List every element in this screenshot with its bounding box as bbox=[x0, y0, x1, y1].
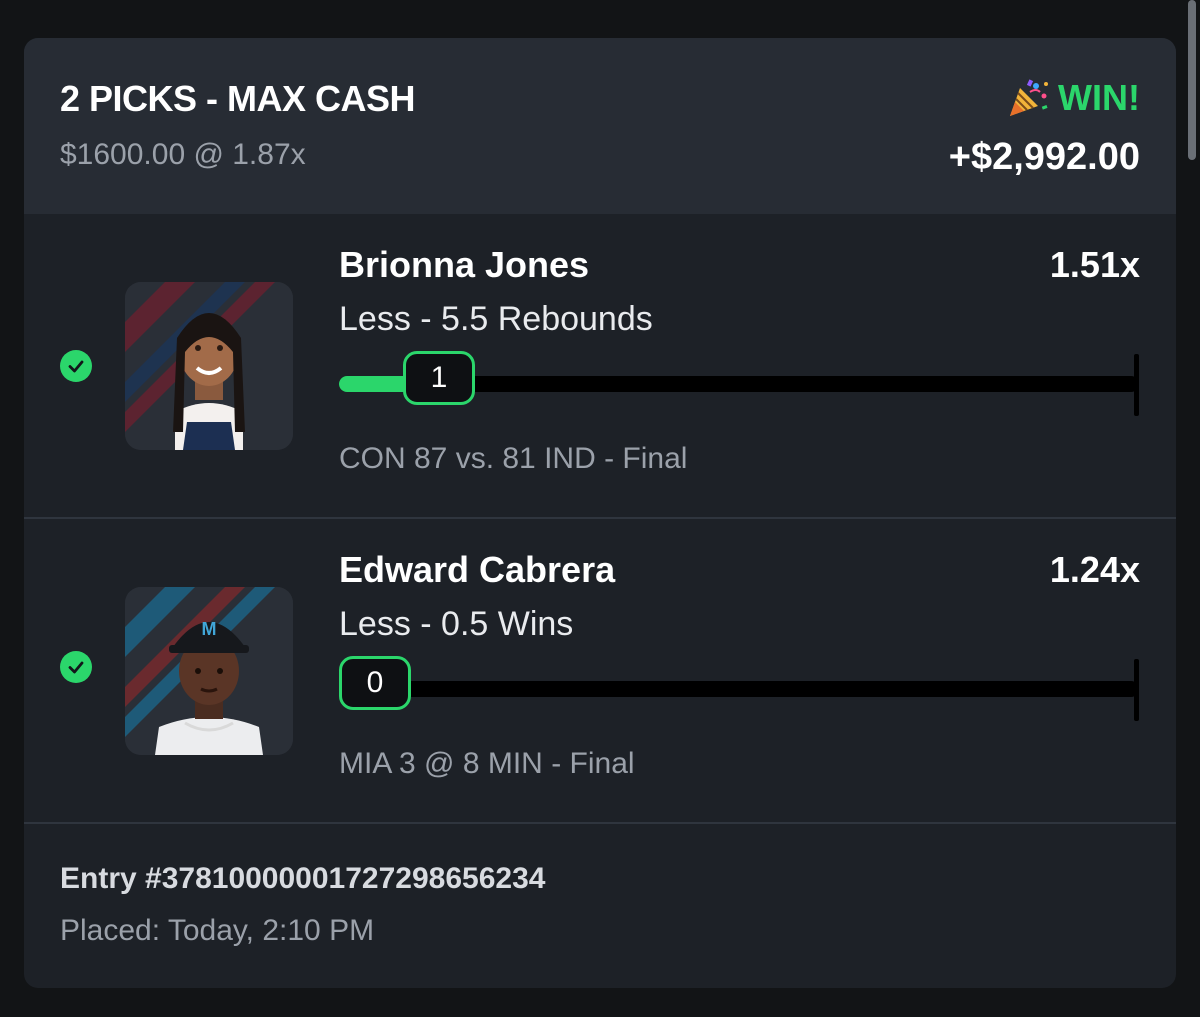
player-name: Brionna Jones bbox=[339, 244, 590, 285]
result-status: WIN! bbox=[1006, 76, 1140, 120]
player-avatar: M bbox=[125, 587, 293, 755]
entry-card: 2 PICKS - MAX CASH $1600.00 @ 1.87x WIN!… bbox=[24, 38, 1176, 988]
win-label: WIN! bbox=[1058, 77, 1140, 118]
progress-track: 1 bbox=[339, 351, 1139, 416]
pick-row[interactable]: Brionna Jones 1.51x Less - 5.5 Rebounds … bbox=[24, 214, 1176, 518]
game-score: CON 87 vs. 81 IND bbox=[339, 442, 596, 475]
entry-header: 2 PICKS - MAX CASH $1600.00 @ 1.87x WIN!… bbox=[24, 38, 1176, 214]
entry-title: 2 PICKS - MAX CASH bbox=[60, 78, 416, 119]
progress-line-marker bbox=[1134, 354, 1139, 416]
party-popper-icon bbox=[1010, 79, 1049, 116]
entry-stake: $1600.00 @ 1.87x bbox=[60, 138, 306, 171]
progress-track: 0 bbox=[339, 656, 1139, 721]
player-name: Edward Cabrera bbox=[339, 549, 616, 590]
current-value-pill: 0 bbox=[339, 656, 411, 710]
pick-line: Less - 0.5 Wins bbox=[339, 605, 574, 643]
check-circle-icon bbox=[60, 651, 92, 683]
scrollbar[interactable] bbox=[1188, 0, 1196, 160]
game-info: MIA 3 @ 8 MIN - Final bbox=[339, 747, 635, 781]
pick-line: Less - 5.5 Rebounds bbox=[339, 300, 653, 338]
player-avatar bbox=[125, 282, 293, 450]
game-score: MIA 3 @ 8 MIN bbox=[339, 747, 543, 780]
progress-line-marker bbox=[1134, 659, 1139, 721]
payout-amount: +$2,992.00 bbox=[948, 136, 1140, 178]
divider bbox=[24, 822, 1176, 824]
placed-time: Placed: Today, 2:10 PM bbox=[60, 914, 375, 947]
svg-text:M: M bbox=[202, 619, 217, 639]
game-status: - Final bbox=[551, 747, 635, 780]
game-status: - Final bbox=[604, 442, 688, 475]
check-circle-icon bbox=[60, 350, 92, 382]
current-value-pill: 1 bbox=[403, 351, 475, 405]
entry-number: Entry #3781000000172729865623​4 bbox=[60, 862, 546, 895]
game-info: CON 87 vs. 81 IND - Final bbox=[339, 442, 687, 476]
pick-multiplier: 1.51x bbox=[1049, 244, 1140, 285]
pick-multiplier: 1.24x bbox=[1049, 549, 1140, 590]
pick-row[interactable]: M Edward Cabrera 1.24x Less - 0.5 Wins 0… bbox=[24, 519, 1176, 823]
